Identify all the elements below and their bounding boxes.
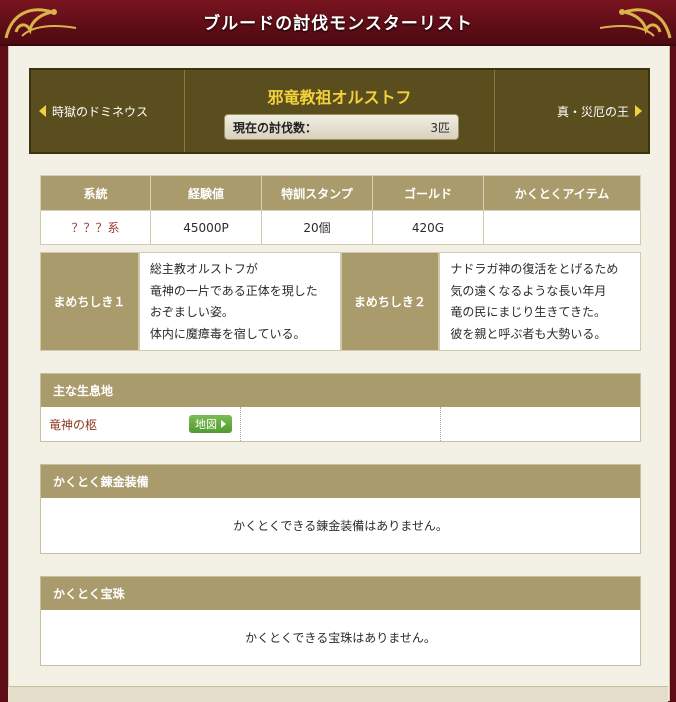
map-button-label: 地図: [195, 418, 217, 431]
gem-section: かくとく宝珠 かくとくできる宝珠はありません。: [40, 576, 641, 666]
stats-gold-value: 420G: [372, 210, 484, 245]
map-button[interactable]: 地図: [189, 415, 232, 433]
habitat-row: 竜神の柩 地図: [41, 407, 640, 441]
trivia-1-line: 体内に魔瘴毒を宿している。: [149, 326, 306, 341]
stats-header-exp: 経験値: [150, 175, 262, 211]
play-arrow-icon: [221, 420, 226, 428]
stats-header-stamp: 特訓スタンプ: [261, 175, 373, 211]
trivia-1-line: 竜神の一片である正体を現した: [149, 283, 318, 298]
monster-name: 邪竜教祖オルストフ: [267, 88, 412, 107]
footer-band: [8, 686, 668, 702]
monster-nav-bar: 時獄のドミネウス 邪竜教祖オルストフ 現在の討伐数： 3匹 真・災厄の王: [29, 68, 650, 154]
page-header: ブルードの討伐モンスターリスト: [0, 0, 676, 46]
stats-header-row: 系統 経験値 特訓スタンプ ゴールド かくとくアイテム: [40, 175, 641, 211]
trivia-2-line: 竜の民にまじり生きてきた。: [450, 305, 606, 319]
next-monster-label: 真・災厄の王: [556, 104, 629, 119]
prev-monster-link[interactable]: 時獄のドミネウス: [31, 70, 185, 152]
frame-border-left: [0, 46, 8, 701]
equipment-title: かくとく錬金装備: [41, 465, 640, 498]
prev-monster-label: 時獄のドミネウス: [52, 104, 149, 119]
stats-exp-value: 45000P: [150, 210, 262, 245]
habitat-cell-empty: [441, 407, 640, 441]
habitat-location-link[interactable]: 竜神の柩: [49, 416, 189, 433]
next-monster-link[interactable]: 真・災厄の王: [494, 70, 648, 152]
trivia-2-line: 彼を親と呼ぶ者も大勢いる。: [450, 326, 607, 341]
arrow-left-icon: [39, 105, 46, 117]
trivia-2-title: まめちしき２: [340, 252, 440, 351]
equipment-section: かくとく錬金装備 かくとくできる錬金装備はありません。: [40, 464, 641, 554]
stats-value-row: ？？？系 45000P 20個 420G: [40, 210, 641, 245]
trivia-1-body: 総主教オルストフが 竜神の一片である正体を現した おぞましい姿。 体内に魔瘴毒を…: [138, 252, 341, 351]
trivia-2-body: ナドラガ神の復活をとげるため 気の遠くなるような長い年月 竜の民にまじり生きてき…: [439, 252, 641, 351]
trivia-1-title: まめちしき１: [40, 252, 139, 351]
gem-title: かくとく宝珠: [41, 577, 640, 610]
trivia-1-line: おぞましい姿。: [149, 305, 234, 319]
trivia-panel: まめちしき１ 総主教オルストフが 竜神の一片である正体を現した おぞましい姿。 …: [40, 252, 641, 351]
habitat-cell: 竜神の柩 地図: [41, 407, 241, 441]
kill-count-value: 3匹: [430, 120, 450, 135]
trivia-2-line: ナドラガ神の復活をとげるため: [450, 262, 619, 276]
habitat-title: 主な生息地: [41, 374, 640, 407]
gem-empty-message: かくとくできる宝珠はありません。: [245, 631, 436, 645]
stats-type-value: ？？？系: [40, 210, 151, 245]
kill-count-box: 現在の討伐数： 3匹: [224, 114, 459, 140]
stats-header-item: かくとくアイテム: [483, 175, 641, 211]
kill-count-label: 現在の討伐数：: [233, 120, 318, 135]
stats-table: 系統 経験値 特訓スタンプ ゴールド かくとくアイテム ？？？系 45000P …: [40, 175, 641, 245]
equipment-empty-message: かくとくできる錬金装備はありません。: [233, 519, 448, 533]
stats-item-value: [483, 210, 641, 245]
habitat-section: 主な生息地 竜神の柩 地図: [40, 373, 641, 442]
page-title: ブルードの討伐モンスターリスト: [203, 14, 473, 34]
ornament-right-icon: [599, 8, 672, 39]
stats-header-type: 系統: [40, 175, 151, 211]
stats-header-gold: ゴールド: [372, 175, 484, 211]
trivia-1-line: 総主教オルストフが: [149, 262, 258, 276]
trivia-2-line: 気の遠くなるような長い年月: [450, 283, 607, 298]
arrow-right-icon: [635, 105, 642, 117]
stats-stamp-value: 20個: [261, 210, 373, 245]
habitat-cell-empty: [241, 407, 441, 441]
